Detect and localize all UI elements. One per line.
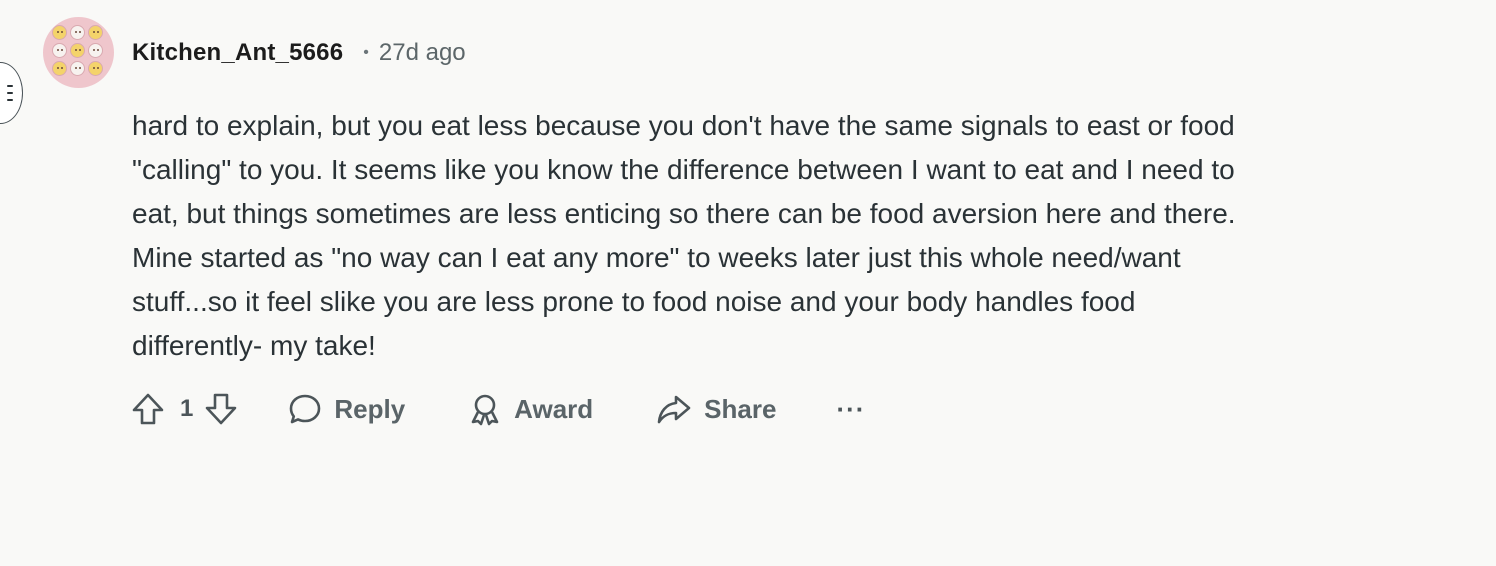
avatar[interactable] <box>43 17 114 88</box>
vote-count: 1 <box>180 395 194 422</box>
comment-meta: Kitchen_Ant_5666 • 27d ago <box>132 38 466 68</box>
award-label: Award <box>514 393 594 424</box>
reply-button[interactable]: Reply <box>287 391 405 427</box>
more-options-button[interactable]: ··· <box>836 394 865 425</box>
comment-line: differently- my take! <box>132 330 376 361</box>
share-label: Share <box>704 393 777 424</box>
collapse-thread-button[interactable] <box>0 62 23 124</box>
comment-body: hard to explain, but you eat less becaus… <box>132 104 1432 368</box>
timestamp[interactable]: 27d ago <box>379 39 466 67</box>
more-options-icon: ··· <box>836 393 866 424</box>
upvote-button[interactable] <box>130 391 166 427</box>
arrow-up-icon <box>132 393 164 425</box>
comment-line: stuff...so it feel slike you are less pr… <box>132 286 1136 317</box>
collapse-thread-icon <box>7 85 13 101</box>
share-button[interactable]: Share <box>655 391 776 427</box>
comment-line: hard to explain, but you eat less becaus… <box>132 110 1235 141</box>
award-button[interactable]: Award <box>467 391 593 427</box>
comment-line: "calling" to you. It seems like you know… <box>132 154 1235 185</box>
share-arrow-icon <box>657 395 691 424</box>
meta-separator: • <box>363 44 369 61</box>
downvote-button[interactable] <box>203 391 239 427</box>
speech-bubble-icon <box>290 394 321 424</box>
reply-label: Reply <box>334 393 406 424</box>
arrow-down-icon <box>206 393 237 425</box>
comment-actions: 1 Reply Award Share ··· <box>130 388 865 430</box>
username-link[interactable]: Kitchen_Ant_5666 <box>132 39 343 67</box>
award-ribbon-icon <box>471 394 499 426</box>
comment-line: eat, but things sometimes are less entic… <box>132 198 1236 229</box>
comment-line: Mine started as "no way can I eat any mo… <box>132 242 1181 273</box>
